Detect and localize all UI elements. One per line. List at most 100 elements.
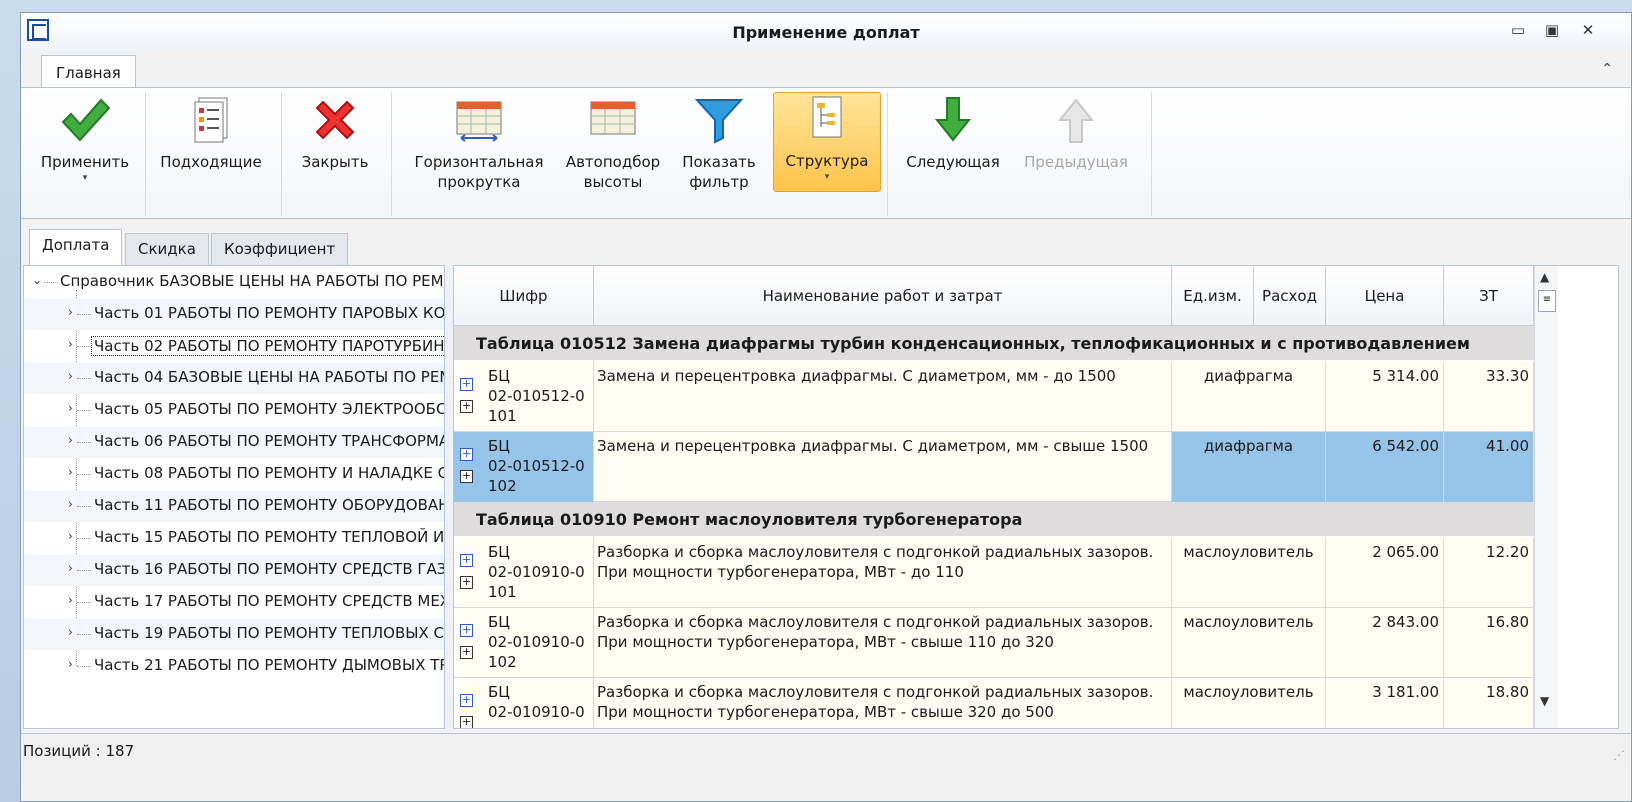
chevron-right-icon[interactable]: › [68,593,73,607]
group-row[interactable]: Таблица 010512 Замена диафрагмы турбин к… [454,326,1534,360]
structure-button[interactable]: Структура ▾ [773,92,881,192]
cell-name[interactable]: Разборка и сборка маслоуловителя с подго… [594,538,1172,608]
cell-price[interactable]: 6 542.00 [1326,432,1444,502]
col-header-price[interactable]: Цена [1326,266,1444,326]
next-button[interactable]: Следующая [899,94,1007,172]
tab-koefficient[interactable]: Коэффициент [211,233,349,265]
tree-item[interactable]: › Часть 16 РАБОТЫ ПО РЕМОНТУ СРЕДСТВ ГАЗ [24,554,444,586]
resize-grip-icon[interactable]: ⋰ [1613,748,1625,762]
scroll-up-icon[interactable]: ▲ [1540,270,1549,284]
cell-zt[interactable]: 41.00 [1444,432,1534,502]
chevron-right-icon[interactable]: › [68,625,73,639]
tree-item[interactable]: › Часть 19 РАБОТЫ ПО РЕМОНТУ ТЕПЛОВЫХ СЕ [24,618,444,650]
apply-button[interactable]: Применить ▾ [37,94,133,184]
chevron-right-icon[interactable]: › [68,305,73,319]
expand-icon[interactable]: + [460,646,473,659]
structure-dropdown-icon[interactable]: ▾ [774,171,880,183]
cell-zt[interactable]: 16.80 [1444,608,1534,678]
tree-item[interactable]: › Часть 08 РАБОТЫ ПО РЕМОНТУ И НАЛАДКЕ С [24,458,444,490]
expand-icon[interactable]: + [460,470,473,483]
ribbon-tab-main[interactable]: Главная [41,55,136,88]
table-row[interactable]: + + БЦ 02-010512-0 101 Замена и перецентровка… [454,362,1534,432]
tab-doplata[interactable]: Доплата [29,229,123,265]
panel-splitter[interactable] [445,265,453,729]
apply-dropdown-icon[interactable]: ▾ [37,172,133,184]
chevron-right-icon[interactable]: › [68,497,73,511]
previous-button[interactable]: Предыдущая [1017,94,1135,172]
cell-zt[interactable]: 12.20 [1444,538,1534,608]
tab-skidka[interactable]: Скидка [125,233,209,265]
matching-button[interactable]: Подходящие [157,94,265,172]
cell-code[interactable]: + + БЦ 02-010512-0 101 [454,362,594,432]
tree-item[interactable]: › Часть 01 РАБОТЫ ПО РЕМОНТУ ПАРОВЫХ КО [24,298,444,330]
col-header-name[interactable]: Наименование работ и затрат [594,266,1172,326]
cell-price[interactable]: 5 314.00 [1326,362,1444,432]
grid-vertical-scrollbar[interactable]: ▲ ≡ ▼ [1534,266,1558,728]
tree-item[interactable]: › Часть 04 БАЗОВЫЕ ЦЕНЫ НА РАБОТЫ ПО РЕМ [24,362,444,394]
cell-name[interactable]: Замена и перецентровка диафрагмы. С диам… [594,362,1172,432]
cell-unit[interactable]: диафрагма [1172,362,1326,432]
chevron-down-icon[interactable]: ⌄ [32,273,42,287]
expand-icon[interactable]: + [460,576,473,589]
tree-root[interactable]: ⌄ Справочник БАЗОВЫЕ ЦЕНЫ НА РАБОТЫ ПО Р… [24,266,444,298]
chevron-right-icon[interactable]: › [68,657,73,671]
horizontal-scroll-button[interactable]: Горизонтальная прокрутка [411,94,547,192]
cell-unit[interactable]: диафрагма [1172,432,1326,502]
chevron-right-icon[interactable]: › [68,337,73,351]
expand-blue-icon[interactable]: + [460,448,473,461]
expand-blue-icon[interactable]: + [460,378,473,391]
expand-blue-icon[interactable]: + [460,694,473,707]
expand-blue-icon[interactable]: + [460,554,473,567]
cell-code[interactable]: + + БЦ 02-010910-0 [454,678,594,728]
cell-price[interactable]: 2 065.00 [1326,538,1444,608]
close-button[interactable]: Закрыть [293,94,377,172]
scroll-down-icon[interactable]: ▼ [1540,694,1549,708]
group-row[interactable]: Таблица 010910 Ремонт маслоуловителя тур… [454,502,1534,536]
close-window-button[interactable]: ✕ [1575,21,1601,43]
tree-item[interactable]: › Часть 17 РАБОТЫ ПО РЕМОНТУ СРЕДСТВ МЕХ [24,586,444,618]
cell-unit[interactable]: маслоуловитель [1172,678,1326,728]
maximize-button[interactable]: ▣ [1539,21,1565,43]
chevron-right-icon[interactable]: › [68,465,73,479]
cell-name[interactable]: Разборка и сборка маслоуловителя с подго… [594,678,1172,728]
chevron-right-icon[interactable]: › [68,433,73,447]
cell-name[interactable]: Разборка и сборка маслоуловителя с подго… [594,608,1172,678]
col-header-unit[interactable]: Ед.изм. [1172,266,1254,326]
expand-blue-icon[interactable]: + [460,624,473,637]
chevron-right-icon[interactable]: › [68,561,73,575]
show-filter-button[interactable]: Показать фильтр [677,94,761,192]
cell-code[interactable]: + + БЦ 02-010910-0 101 [454,538,594,608]
catalog-tree[interactable]: ⌄ Справочник БАЗОВЫЕ ЦЕНЫ НА РАБОТЫ ПО Р… [23,265,445,729]
tree-item[interactable]: › Часть 21 РАБОТЫ ПО РЕМОНТУ ДЫМОВЫХ ТР [24,650,444,682]
auto-height-button[interactable]: Автоподбор высоты [561,94,665,192]
ribbon-collapse-icon[interactable]: ⌃ [1601,61,1613,77]
table-row[interactable]: + + БЦ 02-010910-0 102 Разборка и сборка масл… [454,608,1534,678]
cell-price[interactable]: 2 843.00 [1326,608,1444,678]
chevron-right-icon[interactable]: › [68,529,73,543]
col-header-code[interactable]: Шифр [454,266,594,326]
tree-item[interactable]: › Часть 02 РАБОТЫ ПО РЕМОНТУ ПАРОТУРБИН [24,330,444,362]
cell-unit[interactable]: маслоуловитель [1172,608,1326,678]
table-row[interactable]: + + БЦ 02-010512-0 102 Замена и перецентровка… [454,432,1534,502]
tree-item[interactable]: › Часть 11 РАБОТЫ ПО РЕМОНТУ ОБОРУДОВАН [24,490,444,522]
price-grid[interactable]: Шифр Наименование работ и затрат Ед.изм.… [453,265,1619,729]
cell-unit[interactable]: маслоуловитель [1172,538,1326,608]
cell-code[interactable]: + + БЦ 02-010512-0 102 [454,432,594,502]
tree-item[interactable]: › Часть 05 РАБОТЫ ПО РЕМОНТУ ЭЛЕКТРООБС [24,394,444,426]
minimize-button[interactable]: ▭ [1505,21,1531,43]
cell-zt[interactable]: 33.30 [1444,362,1534,432]
cell-code[interactable]: + + БЦ 02-010910-0 102 [454,608,594,678]
expand-icon[interactable]: + [460,400,473,413]
cell-name[interactable]: Замена и перецентровка диафрагмы. С диам… [594,432,1172,502]
cell-price[interactable]: 3 181.00 [1326,678,1444,728]
table-row[interactable]: + + БЦ 02-010910-0 101 Разборка и сборка масл… [454,538,1534,608]
chevron-right-icon[interactable]: › [68,401,73,415]
chevron-right-icon[interactable]: › [68,369,73,383]
expand-icon[interactable]: + [460,716,473,728]
cell-zt[interactable]: 18.80 [1444,678,1534,728]
tree-item[interactable]: › Часть 15 РАБОТЫ ПО РЕМОНТУ ТЕПЛОВОЙ И: [24,522,444,554]
table-row[interactable]: + + БЦ 02-010910-0 Разборка и сборка маслоул… [454,678,1534,728]
tree-item[interactable]: › Часть 06 РАБОТЫ ПО РЕМОНТУ ТРАНСФОРМА [24,426,444,458]
col-header-usage[interactable]: Расход [1254,266,1326,326]
col-header-zt[interactable]: ЗТ [1444,266,1534,326]
